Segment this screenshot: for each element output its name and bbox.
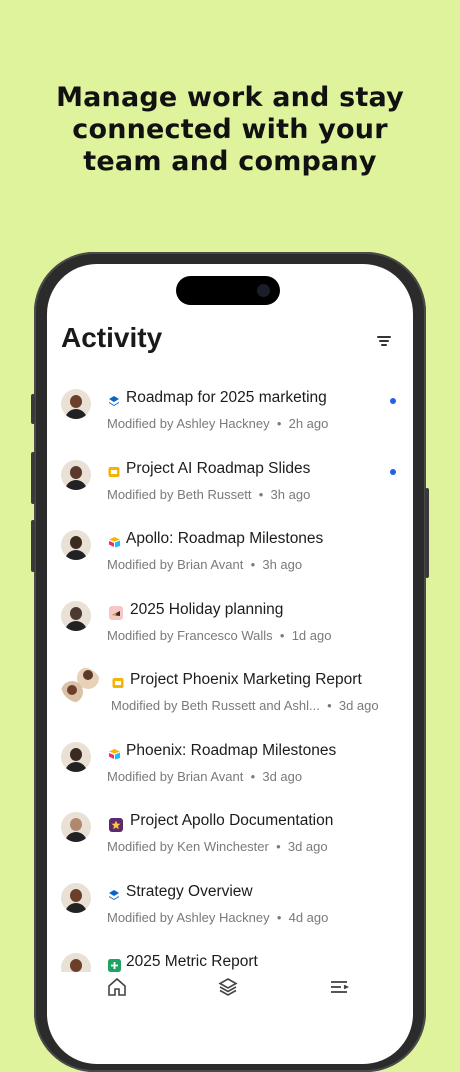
activity-list-icon (331, 981, 350, 993)
item-meta: Modified by Ken Winchester • 3d ago (107, 839, 328, 854)
avatar (61, 389, 91, 419)
modified-time: 3h ago (270, 486, 311, 502)
tab-files[interactable] (215, 974, 241, 1000)
modified-by: Modified by Ashley Hackney (107, 416, 270, 431)
modified-time: 1d ago (291, 627, 332, 643)
item-name: Project AI Roadmap Slides (126, 459, 311, 477)
action-button (31, 394, 35, 424)
list-item[interactable]: 2025 Holiday planning Modified by Frances… (47, 591, 413, 661)
phone-screen: Activity Roadmap for 2025 marketing Modif… (47, 264, 413, 1064)
modified-by: Modified by Beth Russett (107, 486, 252, 502)
avatar (61, 882, 91, 913)
list-item[interactable]: Roadmap for 2025 marketing Modified by As… (47, 379, 413, 449)
tab-activity[interactable] (326, 974, 352, 1000)
modified-by: Modified by Ken Winchester (107, 839, 269, 854)
modified-time: 4d ago (288, 909, 329, 925)
item-name: Project Apollo Documentation (130, 812, 334, 829)
separator: • (269, 416, 289, 431)
volume-down-button (31, 520, 35, 572)
item-name: Apollo: Roadmap Milestones (126, 530, 324, 547)
unread-dot (390, 398, 396, 404)
modified-time: 2h ago (288, 416, 329, 431)
separator: • (243, 768, 263, 784)
separator: • (269, 909, 289, 925)
layers-icon (218, 978, 238, 996)
tab-home[interactable] (104, 974, 130, 1000)
modified-by: Modified by Francesco Walls (107, 627, 273, 643)
list-item[interactable]: Project Phoenix Marketing Report Modified… (47, 661, 413, 731)
modified-time: 3d ago (287, 839, 328, 854)
avatar (61, 530, 91, 560)
modified-time: 3h ago (262, 557, 303, 572)
item-name: Phoenix: Roadmap Milestones (126, 741, 337, 759)
separator: • (243, 557, 263, 572)
headline: Manage work and stay connected with your… (0, 82, 460, 178)
avatar (61, 812, 91, 842)
headline-line-3: team and company (83, 146, 377, 177)
modified-by: Modified by Brian Avant (107, 557, 244, 572)
airtable-icon (107, 535, 121, 549)
separator: • (319, 698, 339, 713)
wedge-icon (107, 605, 124, 622)
dynamic-island (176, 276, 280, 305)
item-meta: Modified by Brian Avant • 3h ago (107, 557, 302, 572)
home-icon (108, 977, 126, 996)
modified-by: Modified by Ashley Hackney (107, 909, 270, 925)
layers-icon (107, 394, 121, 408)
item-name: 2025 Metric Report (126, 953, 258, 970)
avatar (61, 667, 101, 703)
item-meta: Modified by Ashley Hackney • 2h ago (107, 416, 328, 431)
list-item[interactable]: Apollo: Roadmap Milestones Modified by Br… (47, 520, 413, 590)
item-name: Roadmap for 2025 marketing (126, 389, 327, 406)
headline-line-2: connected with your (72, 114, 388, 145)
modified-time: 3d ago (262, 768, 303, 784)
list-item[interactable]: Project Apollo Documentation Modified by … (47, 802, 413, 872)
layers-icon (107, 888, 121, 902)
star-icon (107, 816, 124, 833)
item-meta: Modified by Brian Avant • 3d ago (107, 769, 302, 784)
list-item[interactable]: Strategy Overview Modified by Ashley Hack… (47, 873, 413, 943)
modified-by: Modified by Beth Russett and Ashl... (111, 698, 320, 713)
avatar (61, 741, 91, 772)
unread-dot (390, 468, 396, 475)
page-title: Activity (61, 322, 163, 353)
headline-line-1: Manage work and stay (56, 82, 404, 113)
item-meta: Modified by Beth Russett • 3h ago (107, 487, 310, 502)
separator: • (251, 486, 271, 502)
volume-up-button (31, 452, 35, 504)
list-item[interactable]: Phoenix: Roadmap Milestones Modified by B… (47, 732, 413, 802)
list-item[interactable]: Project AI Roadmap Slides Modified by Bet… (47, 450, 413, 520)
item-name: Strategy Overview (126, 882, 253, 900)
slides-icon (107, 465, 121, 479)
filter-icon[interactable] (377, 336, 391, 348)
modified-time: 3d ago (338, 698, 379, 713)
avatar (61, 600, 91, 631)
camera-icon (257, 284, 270, 297)
power-button (425, 488, 429, 578)
modified-by: Modified by Brian Avant (107, 768, 244, 784)
separator: • (272, 627, 292, 643)
tab-bar (47, 972, 413, 1012)
item-meta: Modified by Ashley Hackney • 4d ago (107, 910, 328, 925)
separator: • (268, 839, 288, 854)
airtable-icon (107, 747, 121, 761)
item-meta: Modified by Francesco Walls • 1d ago (107, 628, 331, 643)
slides-icon (111, 676, 125, 690)
item-name: 2025 Holiday planning (130, 600, 284, 618)
avatar (61, 459, 91, 490)
sheets-icon (107, 958, 121, 972)
item-name: Project Phoenix Marketing Report (130, 671, 362, 688)
item-meta: Modified by Beth Russett and Ashl... • 3… (111, 698, 379, 713)
